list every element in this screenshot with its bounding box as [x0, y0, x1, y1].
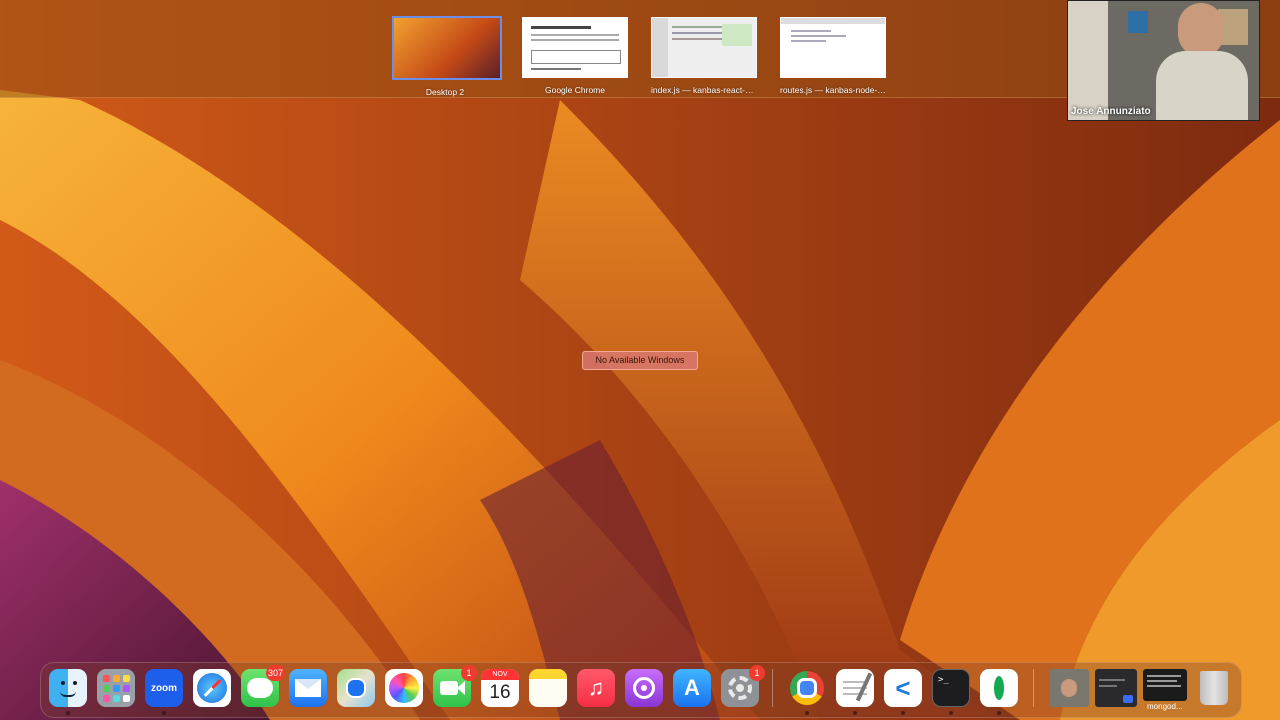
system-settings-badge: 1	[749, 665, 765, 681]
space-thumbnail[interactable]	[522, 17, 628, 78]
dock-item-terminal[interactable]: >_	[932, 669, 970, 715]
dock-item-chrome[interactable]	[788, 669, 826, 715]
dock-item-vscode[interactable]: <	[884, 669, 922, 715]
terminal-prompt: >_	[938, 675, 949, 685]
music-icon: ♫	[577, 669, 615, 707]
space-index-js[interactable]: index.js — kanbas-react-w...	[651, 17, 757, 95]
space-routes-js[interactable]: routes.js — kanbas-node-s...	[780, 17, 886, 95]
dock-item-trash[interactable]	[1195, 669, 1233, 707]
minimized-window-thumbnail	[1143, 669, 1187, 701]
running-indicator	[949, 711, 953, 715]
running-indicator	[853, 711, 857, 715]
participant-avatar	[1178, 3, 1224, 57]
dock-minimized-window-editor[interactable]	[1095, 669, 1137, 707]
dock-item-music[interactable]: ♫	[577, 669, 615, 707]
space-thumbnail[interactable]	[780, 17, 886, 78]
trash-icon	[1195, 669, 1233, 707]
dock-minimized-window-video[interactable]	[1049, 669, 1089, 707]
dock-separator	[1033, 669, 1034, 707]
running-indicator	[66, 711, 70, 715]
dock-item-podcasts[interactable]	[625, 669, 663, 707]
space-label: index.js — kanbas-react-w...	[651, 85, 757, 95]
participant-name: Jose Annunziato	[1071, 106, 1151, 117]
dock-item-photos[interactable]	[385, 669, 423, 707]
video-call-tile[interactable]: Jose Annunziato	[1067, 0, 1260, 121]
running-indicator	[997, 711, 1001, 715]
dock-item-facetime[interactable]: 1	[433, 665, 477, 707]
calendar-day: 16	[489, 682, 511, 703]
minimized-window-thumbnail	[1049, 669, 1089, 707]
running-indicator	[901, 711, 905, 715]
facetime-badge: 1	[461, 665, 477, 681]
space-label: Desktop 2	[425, 87, 465, 97]
dock-item-zoom[interactable]: zoom	[145, 669, 183, 715]
textedit-icon	[836, 669, 874, 707]
messages-badge: 307	[265, 665, 285, 681]
mail-icon	[289, 669, 327, 707]
zoom-icon: zoom	[145, 669, 183, 707]
app-store-icon: A	[673, 669, 711, 707]
dock-item-mail[interactable]	[289, 669, 327, 707]
space-thumbnail[interactable]	[651, 17, 757, 78]
zoom-icon-text: zoom	[150, 682, 178, 694]
dock-item-safari[interactable]	[193, 669, 231, 707]
space-desktop-2[interactable]: Desktop 2	[392, 16, 502, 97]
calendar-icon: NOV 16	[481, 669, 519, 707]
dock-item-notes[interactable]	[529, 669, 567, 707]
dock-item-app-store[interactable]: A	[673, 669, 711, 707]
safari-icon	[193, 669, 231, 707]
notes-icon	[529, 669, 567, 707]
mongodb-compass-icon	[980, 669, 1018, 707]
space-label: Google Chrome	[544, 85, 605, 95]
finder-icon	[49, 669, 87, 707]
dock-separator	[772, 669, 773, 707]
dock-item-finder[interactable]	[49, 669, 87, 715]
dock-item-calendar[interactable]: NOV 16	[481, 669, 519, 707]
chrome-icon	[788, 669, 826, 707]
dock-item-messages[interactable]: 307	[241, 665, 285, 707]
terminal-icon: >_	[932, 669, 970, 707]
maps-icon	[337, 669, 375, 707]
vscode-icon: <	[884, 669, 922, 707]
running-indicator	[805, 711, 809, 715]
no-available-windows-label: No Available Windows	[582, 351, 698, 370]
launchpad-icon	[97, 669, 135, 707]
podcasts-icon	[625, 669, 663, 707]
photos-icon	[385, 669, 423, 707]
space-label: routes.js — kanbas-node-s...	[780, 85, 886, 95]
calendar-month: NOV	[481, 669, 519, 680]
dock-item-textedit[interactable]	[836, 669, 874, 715]
minimized-window-label: mongod...	[1147, 702, 1183, 711]
dock-item-system-settings[interactable]: 1	[721, 665, 765, 707]
running-indicator	[162, 711, 166, 715]
minimized-window-thumbnail	[1095, 669, 1137, 707]
dock-item-maps[interactable]	[337, 669, 375, 707]
dock-item-mongodb-compass[interactable]	[980, 669, 1018, 715]
space-thumbnail[interactable]	[392, 16, 502, 80]
dock-item-launchpad[interactable]	[97, 669, 135, 707]
space-google-chrome[interactable]: Google Chrome	[522, 17, 628, 95]
